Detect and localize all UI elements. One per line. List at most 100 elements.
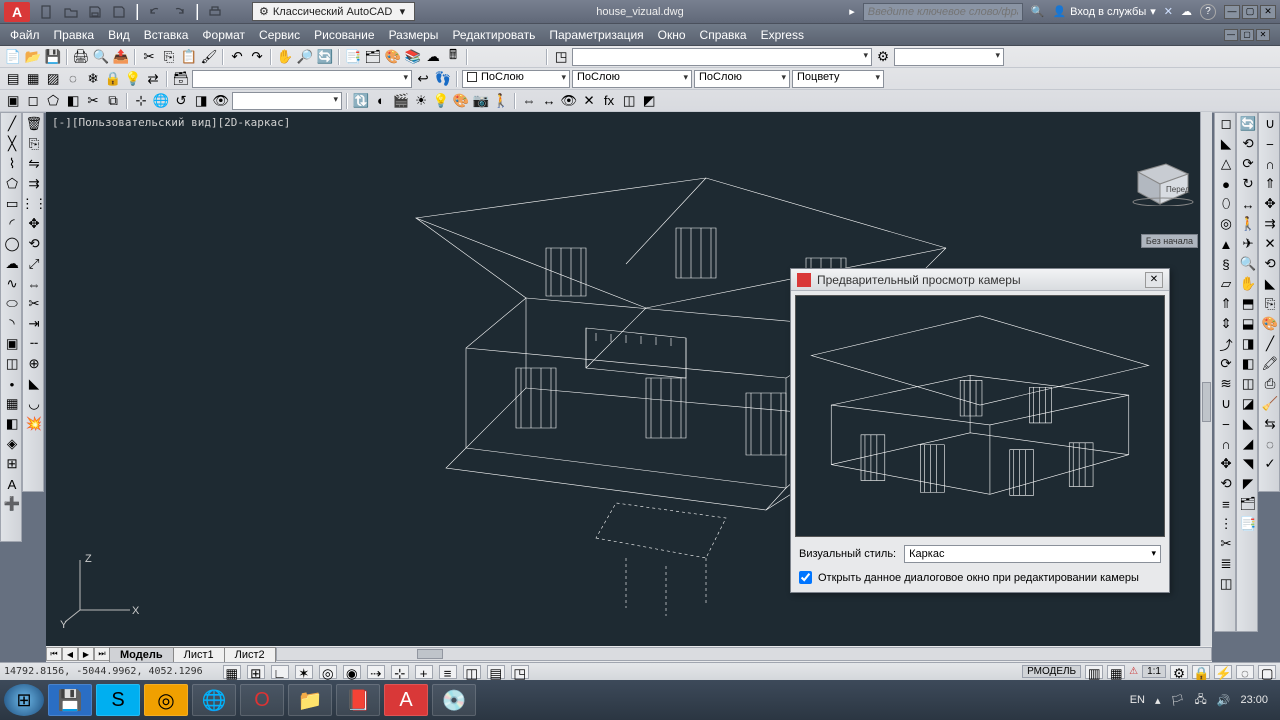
clean-screen-icon[interactable]: ▢ [1258,665,1276,679]
viewport-single-icon[interactable]: ◻ [24,92,42,110]
viewport-poly-icon[interactable]: ⬠ [44,92,62,110]
dim-constraints-icon[interactable]: ↔ [540,92,558,110]
menu-dimensions[interactable]: Размеры [389,28,439,42]
menu-modify[interactable]: Редактировать [452,28,535,42]
layer-walk-icon[interactable]: 👣 [434,70,452,88]
view-nw-icon[interactable]: ◤ [1239,475,1257,493]
solid-union-icon[interactable]: ∪ [1261,115,1279,133]
taskbar-app-pdf[interactable]: 📕 [336,684,380,716]
dialog-titlebar[interactable]: Предварительный просмотр камеры ✕ [791,269,1169,291]
ellipse-arc-icon[interactable]: ◝ [3,315,21,333]
taskbar-app-opera[interactable]: O [240,684,284,716]
visual-style-select[interactable]: Каркас [904,545,1161,563]
extrude-icon[interactable]: ⇑ [1217,295,1235,313]
layers-panel-icon[interactable]: 🗃 [172,70,190,88]
copy-edge-icon[interactable]: ╱ [1261,335,1279,353]
linetype-dropdown[interactable]: ПоСлою [572,70,692,88]
line-icon[interactable]: ╱ [3,115,21,133]
grid-toggle[interactable]: ⊞ [247,665,265,679]
sc-toggle[interactable]: ◳ [511,665,529,679]
help-icon[interactable]: ? [1200,4,1216,20]
tray-lang[interactable]: EN [1130,694,1145,706]
wedge-icon[interactable]: ◣ [1217,135,1235,153]
menu-service[interactable]: Сервис [259,28,300,42]
revolve-icon[interactable]: ⟳ [1217,355,1235,373]
offset-icon[interactable]: ⇉ [25,175,43,193]
qp-toggle[interactable]: ▤ [487,665,505,679]
designcenter-icon[interactable]: 🗂 [364,48,382,66]
xline-icon[interactable]: ╳ [3,135,21,153]
check-icon[interactable]: ✓ [1261,455,1279,473]
tray-up-icon[interactable]: ▴ [1155,694,1161,707]
sheetset-icon[interactable]: 📚 [404,48,422,66]
taskbar-app-chrome[interactable]: 🌐 [192,684,236,716]
markup-icon[interactable]: ☁ [424,48,442,66]
layer-prev-icon[interactable]: ↩ [414,70,432,88]
quickview-drawings-icon[interactable]: ▦ [1107,665,1125,679]
tab-prev-button[interactable]: ◀ [62,647,78,661]
hatch-icon[interactable]: ▦ [3,395,21,413]
thicken-icon[interactable]: ≣ [1217,555,1235,573]
taskbar-app-files[interactable]: 📁 [288,684,332,716]
sweep-icon[interactable]: ⤴ [1217,335,1235,353]
layer-dropdown[interactable] [192,70,412,88]
workspace-dropdown[interactable]: ⚙ Классический AutoCAD ▾ [252,2,415,21]
taskbar-app-skype[interactable]: S [96,684,140,716]
vs-manager-icon[interactable]: ⚙ [874,48,892,66]
menu-insert[interactable]: Вставка [144,28,189,42]
redo-icon[interactable] [170,3,188,21]
annotation-scale[interactable]: 1:1 [1142,665,1166,678]
new-icon[interactable]: 📄 [4,48,22,66]
open-icon[interactable]: 📂 [24,48,42,66]
hardware-accel-icon[interactable]: ⚡ [1214,665,1232,679]
undo-icon[interactable] [146,3,164,21]
toolpalettes-icon[interactable]: 🎨 [384,48,402,66]
intersect-icon[interactable]: ∩ [1217,435,1235,453]
gradient-icon[interactable]: ◧ [3,415,21,433]
maximize-button[interactable]: ▢ [1242,5,1258,19]
tpy-toggle[interactable]: ◫ [463,665,481,679]
ucs-dropdown[interactable] [232,92,342,110]
taper-face-icon[interactable]: ◣ [1261,275,1279,293]
menu-help[interactable]: Справка [700,28,747,42]
stretch-icon[interactable]: ⇔ [25,275,43,293]
polar-toggle[interactable]: ✶ [295,665,313,679]
subtract-icon[interactable]: − [1217,415,1235,433]
color-edge-icon[interactable]: 🖍 [1261,355,1279,373]
extrude-face-icon[interactable]: ⇑ [1261,175,1279,193]
sun-icon[interactable]: ☀ [412,92,430,110]
addselected-icon[interactable]: ➕ [3,495,21,513]
viewport-icon[interactable]: ▣ [4,92,22,110]
extend-icon[interactable]: ⇥ [25,315,43,333]
visualstyle-icon[interactable]: ◳ [552,48,570,66]
open-icon[interactable] [62,3,80,21]
3dmove-icon[interactable]: ✥ [1217,455,1235,473]
ucs-face-icon[interactable]: ◨ [192,92,210,110]
rectangle-icon[interactable]: ▭ [3,195,21,213]
viewport-clip-icon[interactable]: ✂ [84,92,102,110]
start-button[interactable]: ⊞ [4,684,44,716]
view-se-icon[interactable]: ◢ [1239,435,1257,453]
rotate-face-icon[interactable]: ⟲ [1261,255,1279,273]
menu-format[interactable]: Формат [202,28,245,42]
param2-icon[interactable]: ◩ [640,92,658,110]
tab-first-button[interactable]: ⏮ [46,647,62,661]
3dcorbit-icon[interactable]: ⟳ [1239,155,1257,173]
layer-lock-icon[interactable]: 🔒 [104,70,122,88]
tab-model[interactable]: Модель [109,647,174,662]
space-mode-badge[interactable]: РМОДЕЛЬ [1022,665,1081,678]
walk-icon[interactable]: 🚶 [492,92,510,110]
explode-icon[interactable]: 💥 [25,415,43,433]
copy-obj-icon[interactable]: ⎘ [25,135,43,153]
viewport-join-icon[interactable]: ⧉ [104,92,122,110]
pyramid-icon[interactable]: ▲ [1217,235,1235,253]
layer-freeze-icon[interactable]: ❄ [84,70,102,88]
layer-states-icon[interactable]: ▦ [24,70,42,88]
3dswivel-icon[interactable]: ↻ [1239,175,1257,193]
search-input[interactable] [863,3,1023,21]
cloud-icon[interactable]: ☁ [1181,5,1192,18]
color-dropdown[interactable]: ПоСлою [462,70,570,88]
spline-icon[interactable]: ∿ [3,275,21,293]
ucs-view-icon[interactable]: 👁 [212,92,230,110]
view-sw-icon[interactable]: ◣ [1239,415,1257,433]
